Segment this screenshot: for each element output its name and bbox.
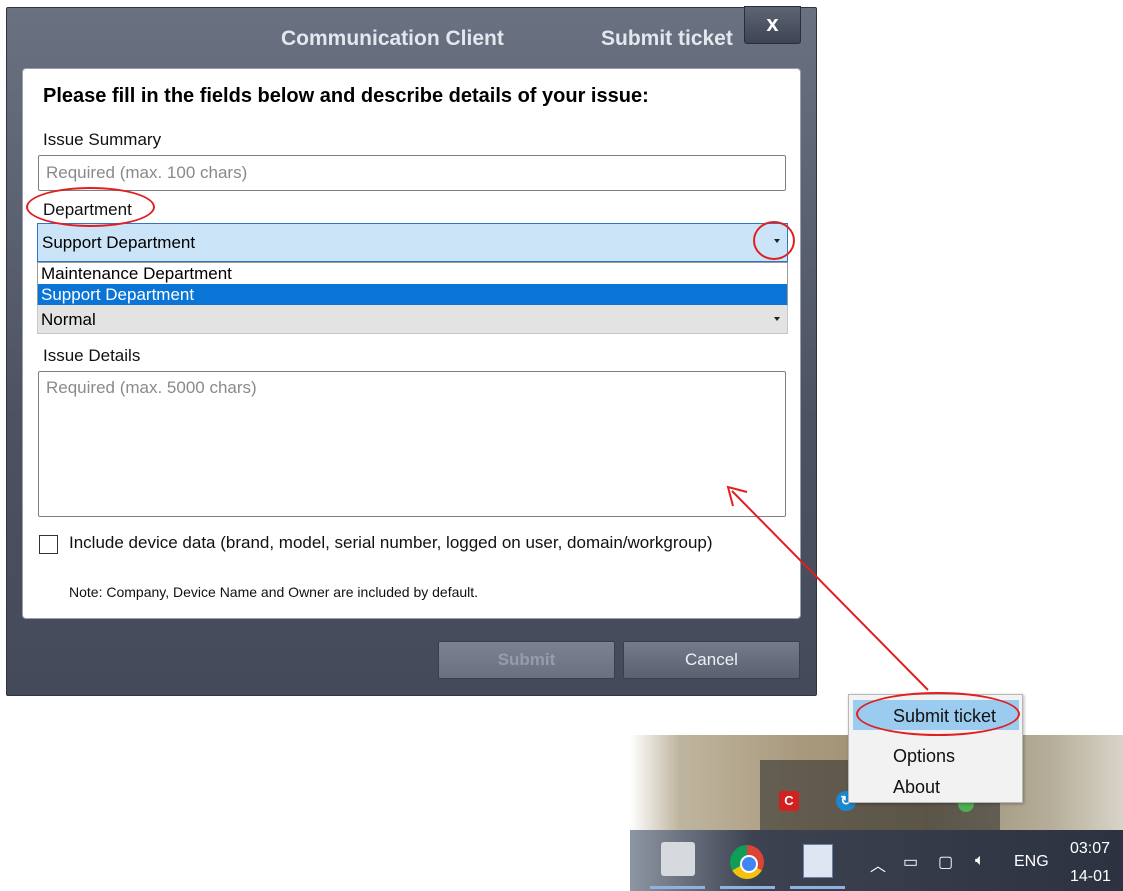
- issue-details-textarea[interactable]: [38, 371, 786, 517]
- department-selected-value: Support Department: [42, 233, 196, 252]
- chevron-down-icon[interactable]: [774, 317, 780, 321]
- department-option-maintenance[interactable]: Maintenance Department: [38, 263, 787, 284]
- battery-icon[interactable]: ▭: [903, 852, 918, 872]
- volume-icon[interactable]: 🔈︎: [975, 852, 985, 870]
- comodo-icon[interactable]: C: [779, 791, 799, 811]
- submit-button[interactable]: Submit: [438, 641, 615, 679]
- annotation-circle-dropdown-arrow: [753, 221, 795, 260]
- department-dropdown-list: Maintenance Department Support Departmen…: [37, 262, 788, 305]
- menu-item-about[interactable]: About: [893, 777, 940, 798]
- annotation-circle-department: [26, 187, 155, 227]
- chevron-up-icon[interactable]: ︿: [870, 852, 886, 876]
- include-device-label[interactable]: Include device data (brand, model, seria…: [69, 533, 713, 553]
- cancel-button[interactable]: Cancel: [623, 641, 800, 679]
- taskbar-active-indicator: [720, 886, 775, 889]
- chrome-icon[interactable]: [730, 845, 764, 879]
- issue-summary-label: Issue Summary: [43, 130, 162, 149]
- annotation-circle-submit-ticket: [856, 692, 1020, 736]
- submit-ticket-dialog: Communication Client Submit ticket x Ple…: [6, 6, 817, 696]
- menu-item-options[interactable]: Options: [893, 746, 955, 767]
- clock-date[interactable]: 14-01: [1070, 868, 1111, 886]
- window-title: Submit ticket: [601, 27, 733, 50]
- department-select[interactable]: Support Department: [37, 223, 788, 262]
- taskbar-active-indicator: [650, 886, 705, 889]
- form-heading: Please fill in the fields below and desc…: [43, 85, 649, 107]
- network-icon[interactable]: ▢: [938, 852, 953, 872]
- form-panel: Please fill in the fields below and desc…: [22, 68, 801, 619]
- issue-details-label: Issue Details: [43, 346, 141, 365]
- clock-time[interactable]: 03:07: [1070, 840, 1110, 858]
- department-option-support[interactable]: Support Department: [38, 284, 787, 305]
- taskbar-active-indicator: [790, 886, 845, 889]
- app-title: Communication Client: [281, 27, 504, 50]
- include-device-checkbox[interactable]: [39, 535, 58, 554]
- priority-value: Normal: [41, 310, 96, 329]
- file-explorer-icon[interactable]: [661, 842, 695, 876]
- issue-summary-input[interactable]: [38, 155, 786, 191]
- language-indicator[interactable]: ENG: [1014, 853, 1049, 871]
- close-button[interactable]: x: [744, 6, 801, 44]
- app-window-icon[interactable]: [803, 844, 833, 878]
- default-data-note: Note: Company, Device Name and Owner are…: [69, 584, 479, 600]
